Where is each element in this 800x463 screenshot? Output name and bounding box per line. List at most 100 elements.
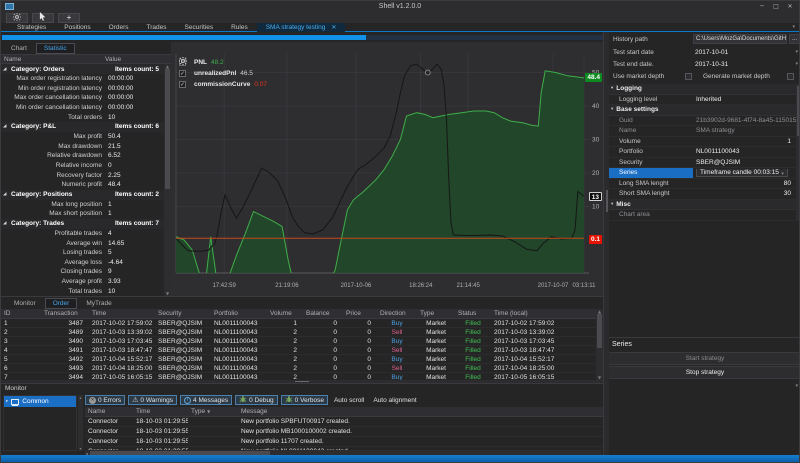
filter-button-0-warnings[interactable]: ⚠0 Warnings — [128, 395, 177, 405]
stat-row[interactable]: Average win14.65 — [1, 238, 171, 248]
expander-icon[interactable]: ▾ — [611, 202, 613, 207]
stat-group-header[interactable]: ◢Category: OrdersItems count: 5 — [1, 64, 171, 74]
minimize-button[interactable]: ─ — [755, 1, 769, 12]
stat-row[interactable]: Average profit3.93 — [1, 277, 171, 287]
stat-row[interactable]: Max order cancellation latency00:00:00 — [1, 93, 171, 103]
scroll-up-icon[interactable]: ▴ — [79, 395, 81, 400]
order-row[interactable]: 434912017-10-03 18:47:47SBER@QJSIMNL0011… — [1, 346, 603, 355]
tree-scrollbar[interactable]: ▴ ▾ — [78, 395, 83, 451]
stat-row[interactable]: Max order registration latency00:00:00 — [1, 74, 171, 84]
tree-item-common[interactable]: ▸ Common — [4, 396, 76, 407]
chevron-down-icon[interactable]: ▾ — [795, 383, 798, 389]
stat-row[interactable]: Min order registration latency00:00:00 — [1, 84, 171, 94]
stat-row[interactable]: Relative income0 — [1, 161, 171, 171]
visibility-checkbox[interactable]: ✓ — [179, 70, 186, 77]
toggle-auto-alignment[interactable]: Auto alignment — [370, 397, 419, 404]
chevron-down-icon[interactable]: ▾ — [795, 49, 798, 55]
property-value[interactable]: Timeframe candle 00:03:15▾ — [693, 169, 797, 177]
legend-item-unrealizedpnl[interactable]: ✓unrealizedPnl46.5 — [179, 68, 267, 79]
stat-row[interactable]: Recovery factor2.25 — [1, 170, 171, 180]
stat-row[interactable]: Max short position1 — [1, 209, 171, 219]
tab-chart[interactable]: Chart — [4, 44, 34, 53]
order-row[interactable]: 534922017-10-04 15:52:17SBER@QJSIMNL0011… — [1, 355, 603, 364]
tab-sma-strategy-testing[interactable]: SMA strategy testing✕ — [257, 23, 346, 32]
property-row-long-sma-lenght[interactable]: Long SMA lenght80 — [609, 179, 797, 190]
stat-row[interactable]: Max long position1 — [1, 200, 171, 210]
expander-icon[interactable]: ◢ — [3, 67, 11, 72]
order-row[interactable]: 734942017-10-05 16:05:15SBER@QJSIMNL0011… — [1, 373, 603, 380]
history-path-input[interactable]: C:\Users\MozGa\Documents\GitHub\EduGit\S… — [693, 34, 787, 44]
order-row[interactable]: 634932017-10-04 18:25:00SBER@QJSIMNL0011… — [1, 364, 603, 373]
tab-close-icon[interactable]: ✕ — [331, 24, 336, 31]
stat-row[interactable]: Average loss-4.64 — [1, 258, 171, 268]
stat-group-header[interactable]: ◢Category: PositionsItems count: 2 — [1, 190, 171, 200]
scroll-down-icon[interactable]: ▾ — [79, 446, 81, 451]
property-row-portfolio[interactable]: PortfolioNL0011100043 — [609, 147, 797, 158]
log-row[interactable]: Connector18-10-03 01:29:55.385New portfo… — [85, 427, 603, 437]
tab-orders[interactable]: Orders — [100, 23, 138, 32]
stat-row[interactable]: Total trades10 — [1, 286, 171, 296]
close-button[interactable]: ✕ — [783, 1, 797, 12]
expander-icon[interactable]: ▾ — [611, 86, 613, 91]
property-row-guid[interactable]: Guid21b3902d-9681-4f74-8a45-115015f4... — [609, 116, 797, 127]
start-strategy-button[interactable]: Start strategy — [609, 352, 800, 365]
tab-rules[interactable]: Rules — [222, 23, 257, 32]
stat-row[interactable]: Closing trades9 — [1, 267, 171, 277]
tree-expander-icon[interactable]: ▸ — [6, 399, 8, 404]
property-grid-scrollbar[interactable] — [796, 84, 800, 221]
splitter-grip[interactable] — [295, 381, 309, 382]
tab-trades[interactable]: Trades — [138, 23, 176, 32]
expander-icon[interactable]: ◢ — [3, 221, 11, 226]
category-base-settings[interactable]: ▾Base settings — [609, 105, 797, 116]
tab-order[interactable]: Order — [45, 298, 78, 309]
tab-monitor[interactable]: Monitor — [7, 299, 43, 308]
expander-icon[interactable]: ◢ — [3, 124, 11, 129]
stat-row[interactable]: Losing trades5 — [1, 248, 171, 258]
property-row-logging-level[interactable]: Logging levelInherited — [609, 95, 797, 106]
order-row[interactable]: 334902017-10-03 17:03:45SBER@QJSIMNL0011… — [1, 337, 603, 346]
category-logging[interactable]: ▾Logging — [609, 84, 797, 95]
scrollbar-thumb[interactable] — [597, 314, 602, 348]
test-end-value[interactable]: 2017-10-31 — [695, 61, 728, 68]
stat-row[interactable]: Profitable trades4 — [1, 229, 171, 239]
filter-button-0-verbose[interactable]: 0 Verbose — [281, 395, 328, 405]
chevron-down-icon[interactable]: ▾ — [781, 170, 784, 177]
stat-row[interactable]: Min order cancellation latency00:00:00 — [1, 103, 171, 113]
property-row-name[interactable]: NameSMA strategy — [609, 126, 797, 137]
filter-button-0-debug[interactable]: 0 Debug — [235, 395, 278, 405]
log-row[interactable]: Connector18-10-03 01:29:55.385New portfo… — [85, 417, 603, 427]
statistics-scrollbar[interactable]: ▲ ▼ — [164, 64, 171, 296]
settings-button[interactable] — [6, 13, 28, 23]
tab-mytrade[interactable]: MyTrade — [79, 299, 118, 308]
tab-strategies[interactable]: Strategies — [8, 23, 55, 32]
property-row-volume[interactable]: Volume1 — [609, 137, 797, 148]
tab-securities[interactable]: Securities — [176, 23, 223, 32]
splitter-grip[interactable] — [606, 190, 608, 212]
scrollbar-thumb[interactable] — [165, 69, 170, 189]
stat-row[interactable]: Total orders10 — [1, 112, 171, 122]
orders-scrollbar[interactable]: ▲ ▼ — [596, 309, 603, 380]
stat-row[interactable]: Max drawdown21.5 — [1, 142, 171, 152]
expander-icon[interactable]: ◢ — [3, 192, 11, 197]
stat-row[interactable]: Relative drawdown6.52 — [1, 151, 171, 161]
category-misc[interactable]: ▾Misc — [609, 200, 797, 211]
stat-group-header[interactable]: ◢Category: TradesItems count: 7 — [1, 219, 171, 229]
property-row-series[interactable]: SeriesTimeframe candle 00:03:15▾ — [609, 168, 797, 179]
property-row-security[interactable]: SecuritySBER@QJSIM — [609, 158, 797, 169]
expander-icon[interactable]: ▾ — [611, 107, 613, 112]
test-start-value[interactable]: 2017-10-01 — [695, 49, 728, 56]
stop-strategy-button[interactable]: Stop strategy — [609, 366, 800, 379]
legend-item-commissioncurve[interactable]: ✓commissionCurve0.07 — [179, 79, 267, 90]
stat-row[interactable]: Numeric profit48.4 — [1, 180, 171, 190]
order-row[interactable]: 134872017-10-02 17:59:02SBER@QJSIMNL0011… — [1, 319, 603, 328]
filter-button-0-errors[interactable]: ✕0 Errors — [85, 395, 125, 405]
property-row-chart-area[interactable]: Chart area — [609, 210, 797, 221]
tab-positions[interactable]: Positions — [55, 23, 99, 32]
legend-item-pnl[interactable]: ✓PNL48.2 — [179, 57, 267, 68]
order-row[interactable]: 234892017-10-03 13:39:02SBER@QJSIMNL0011… — [1, 328, 603, 337]
combobox[interactable]: Timeframe candle 00:03:15▾ — [696, 169, 788, 177]
property-row-short-sma-lenght[interactable]: Short SMA lenght30 — [609, 189, 797, 200]
stat-row[interactable]: Max profit50.4 — [1, 132, 171, 142]
browse-button[interactable]: ... — [789, 34, 800, 44]
use-market-depth-checkbox[interactable] — [685, 73, 692, 80]
